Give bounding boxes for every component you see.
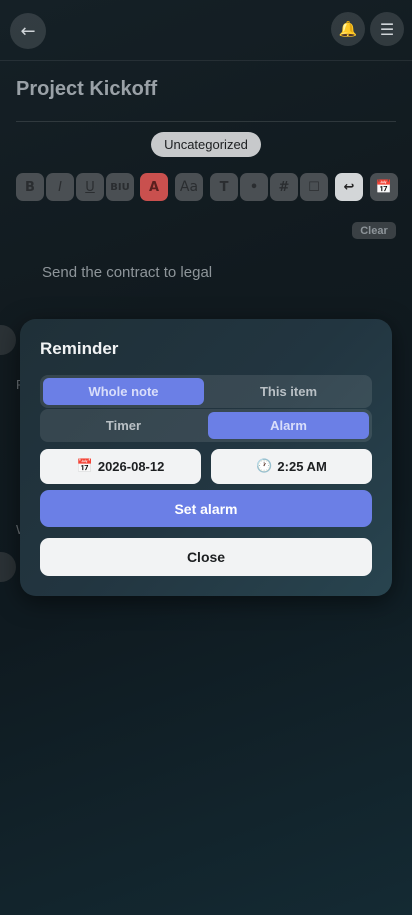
dialog-title: Reminder xyxy=(40,339,119,358)
category-chip[interactable]: Uncategorized xyxy=(151,132,261,157)
mode-timer-option[interactable]: Timer xyxy=(43,412,204,439)
mode-toggle: Timer Alarm xyxy=(40,409,372,442)
text-style-button[interactable]: T xyxy=(210,173,238,201)
biu-button[interactable]: BIU xyxy=(106,173,134,201)
bold-button[interactable]: B xyxy=(16,173,44,201)
scope-this-item-option[interactable]: This item xyxy=(208,378,369,405)
calendar-icon: 📅 xyxy=(76,459,93,474)
set-alarm-button[interactable]: Set alarm xyxy=(40,490,372,527)
clear-button[interactable]: Clear xyxy=(352,222,396,239)
scope-toggle: Whole note This item xyxy=(40,375,372,408)
undo-button[interactable]: ↩ xyxy=(335,173,363,201)
date-value: 2026-08-12 xyxy=(97,459,165,474)
bell-icon: 🔔 xyxy=(338,20,358,38)
note-title[interactable]: Project Kickoff xyxy=(16,78,157,101)
clock-icon: 🕐 xyxy=(256,459,273,474)
note-text-line[interactable]: Send the contract to legal xyxy=(42,264,212,281)
back-arrow-icon: ← xyxy=(20,20,36,42)
scope-whole-note-option[interactable]: Whole note xyxy=(43,378,204,405)
title-divider xyxy=(16,121,396,122)
menu-button[interactable]: ☰ xyxy=(370,12,404,46)
checkbox-list-button[interactable]: ☐ xyxy=(300,173,328,201)
reminder-bell-button[interactable]: 🔔 xyxy=(331,12,365,46)
text-color-button[interactable]: A xyxy=(140,173,168,201)
time-value: 2:25 AM xyxy=(277,459,327,474)
background-item-circle xyxy=(0,552,16,582)
bullet-list-button[interactable]: • xyxy=(240,173,268,201)
date-picker[interactable]: 📅 2026-08-12 xyxy=(40,449,201,484)
close-button[interactable]: Close xyxy=(40,538,372,576)
underline-button[interactable]: U xyxy=(76,173,104,201)
calendar-button[interactable]: 📅 xyxy=(370,173,398,201)
font-size-button[interactable]: Aa xyxy=(175,173,203,201)
reminder-dialog: Reminder Whole note This item Timer Alar… xyxy=(20,319,392,596)
time-picker[interactable]: 🕐 2:25 AM xyxy=(211,449,372,484)
back-button[interactable]: ← xyxy=(10,13,46,49)
header-divider xyxy=(0,60,412,61)
numbered-list-button[interactable]: # xyxy=(270,173,298,201)
background-item-circle xyxy=(0,325,16,355)
mode-alarm-option[interactable]: Alarm xyxy=(208,412,369,439)
italic-button[interactable]: I xyxy=(46,173,74,201)
hamburger-menu-icon: ☰ xyxy=(379,19,395,39)
